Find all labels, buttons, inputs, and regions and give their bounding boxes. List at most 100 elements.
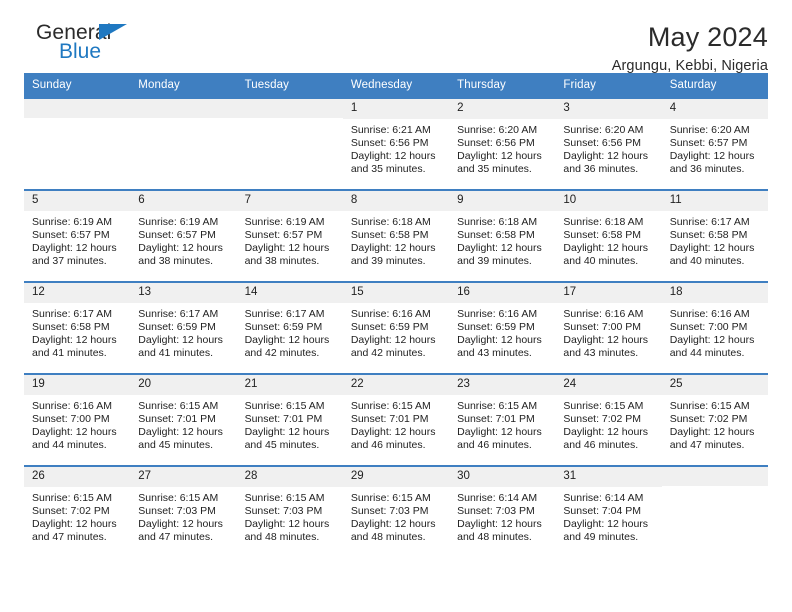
calendar-day-cell[interactable]: 27 Sunrise: 6:15 AM Sunset: 7:03 PM Dayligh… [130,465,237,557]
sunrise-text: Sunrise: 6:20 AM [563,123,644,136]
sunset-text: Sunset: 7:01 PM [244,412,323,425]
day-details: Sunrise: 6:19 AM Sunset: 6:57 PM Daylight:… [237,211,343,269]
sunset-text: Sunset: 6:56 PM [457,136,535,149]
day-number [661,467,768,486]
daylight-text-line2: and 43 minutes. [457,347,532,360]
daylight-text-line2: and 41 minutes. [32,347,107,360]
day-details: Sunrise: 6:17 AM Sunset: 6:59 PM Daylight:… [237,303,343,361]
daylight-text-line2: and 40 minutes. [563,255,639,268]
page-header: General Blue May 2024 Argungu, Kebbi, Ni… [24,0,768,75]
daylight-text-line1: Daylight: 12 hours [244,242,330,255]
calendar-day-cell[interactable]: 10 Sunrise: 6:18 AM Sunset: 6:58 PM Dayligh… [555,189,662,282]
weekday-header-monday: Monday [130,73,237,98]
day-number [130,99,237,118]
day-details: Sunrise: 6:15 AM Sunset: 7:01 PM Daylight:… [343,395,449,453]
day-number: 1 [342,99,450,119]
general-blue-logo[interactable]: General Blue [24,22,144,70]
calendar-day-cell[interactable]: 1 Sunrise: 6:21 AM Sunset: 6:56 PM Daylight… [342,97,450,190]
day-details: Sunrise: 6:17 AM Sunset: 6:58 PM Daylight:… [662,211,768,269]
calendar-day-cell[interactable]: 15 Sunrise: 6:16 AM Sunset: 6:59 PM Dayligh… [342,281,450,374]
sunset-text: Sunset: 7:00 PM [32,412,110,425]
daylight-text-line1: Daylight: 12 hours [350,334,436,347]
title-block: May 2024 Argungu, Kebbi, Nigeria [611,22,768,75]
weekday-header-thursday: Thursday [449,73,556,98]
calendar-day-cell[interactable]: 2 Sunrise: 6:20 AM Sunset: 6:56 PM Daylight… [449,97,556,190]
daylight-text-line1: Daylight: 12 hours [457,150,542,163]
calendar-day-cell[interactable]: 6 Sunrise: 6:19 AM Sunset: 6:57 PM Daylight… [130,189,237,282]
sunrise-text: Sunrise: 6:19 AM [244,215,325,228]
calendar-day-cell[interactable]: 28 Sunrise: 6:15 AM Sunset: 7:03 PM Dayligh… [236,465,343,557]
daylight-text-line1: Daylight: 12 hours [563,426,649,439]
day-number: 21 [236,375,343,395]
daylight-text-line2: and 39 minutes. [457,255,532,268]
sunset-text: Sunset: 7:03 PM [350,504,429,517]
daylight-text-line2: and 44 minutes. [669,347,745,360]
sunrise-text: Sunrise: 6:18 AM [457,215,538,228]
logo-text-blue: Blue [59,40,102,63]
calendar-day-cell[interactable]: 5 Sunrise: 6:19 AM Sunset: 6:57 PM Daylight… [24,189,131,282]
day-number: 23 [449,375,556,395]
calendar-day-cell[interactable]: 24 Sunrise: 6:15 AM Sunset: 7:02 PM Dayligh… [555,373,662,466]
calendar-day-cell[interactable]: 20 Sunrise: 6:15 AM Sunset: 7:01 PM Dayligh… [130,373,237,466]
day-details: Sunrise: 6:17 AM Sunset: 6:59 PM Daylight:… [130,303,236,361]
day-details: Sunrise: 6:20 AM Sunset: 6:56 PM Daylight:… [555,119,661,177]
day-number: 25 [661,375,768,395]
calendar-day-cell[interactable]: 23 Sunrise: 6:15 AM Sunset: 7:01 PM Dayligh… [449,373,556,466]
calendar-day-cell[interactable]: 13 Sunrise: 6:17 AM Sunset: 6:59 PM Dayligh… [130,281,237,374]
location-subtitle: Argungu, Kebbi, Nigeria [611,58,768,75]
page-title: May 2024 [647,22,768,52]
calendar-day-cell[interactable]: 31 Sunrise: 6:14 AM Sunset: 7:04 PM Dayligh… [555,465,662,557]
daylight-text-line2: and 38 minutes. [138,255,213,268]
day-number: 29 [342,467,450,487]
daylight-text-line2: and 47 minutes. [669,439,745,452]
calendar-day-cell[interactable]: 9 Sunrise: 6:18 AM Sunset: 6:58 PM Daylight… [449,189,556,282]
calendar-day-cell[interactable]: 11 Sunrise: 6:17 AM Sunset: 6:58 PM Dayligh… [661,189,768,282]
calendar-day-cell[interactable]: 19 Sunrise: 6:16 AM Sunset: 7:00 PM Dayligh… [24,373,131,466]
calendar-day-cell[interactable]: 14 Sunrise: 6:17 AM Sunset: 6:59 PM Dayligh… [236,281,343,374]
sunrise-text: Sunrise: 6:16 AM [457,307,538,320]
calendar-day-cell[interactable]: 12 Sunrise: 6:17 AM Sunset: 6:58 PM Dayligh… [24,281,131,374]
weekday-header-saturday: Saturday [661,73,768,98]
day-number: 9 [449,191,556,211]
sunrise-text: Sunrise: 6:15 AM [244,399,325,412]
calendar-day-cell-empty [130,97,237,190]
daylight-text-line1: Daylight: 12 hours [350,426,436,439]
daylight-text-line1: Daylight: 12 hours [669,150,755,163]
calendar-day-cell[interactable]: 8 Sunrise: 6:18 AM Sunset: 6:58 PM Daylight… [342,189,450,282]
day-number: 3 [555,99,662,119]
sunset-text: Sunset: 6:58 PM [563,228,642,241]
daylight-text-line1: Daylight: 12 hours [32,334,117,347]
daylight-text-line2: and 45 minutes. [138,439,213,452]
sunset-text: Sunset: 7:02 PM [669,412,748,425]
sunrise-text: Sunrise: 6:15 AM [457,399,538,412]
day-details: Sunrise: 6:15 AM Sunset: 7:02 PM Daylight:… [662,395,768,453]
day-details: Sunrise: 6:16 AM Sunset: 7:00 PM Daylight:… [24,395,130,453]
calendar-day-cell[interactable]: 3 Sunrise: 6:20 AM Sunset: 6:56 PM Daylight… [555,97,662,190]
sunrise-text: Sunrise: 6:15 AM [669,399,750,412]
day-number: 22 [342,375,450,395]
day-number: 13 [130,283,237,303]
sunset-text: Sunset: 6:57 PM [244,228,323,241]
calendar-day-cell[interactable]: 21 Sunrise: 6:15 AM Sunset: 7:01 PM Dayligh… [236,373,343,466]
day-details: Sunrise: 6:14 AM Sunset: 7:03 PM Daylight:… [449,487,555,545]
day-details: Sunrise: 6:19 AM Sunset: 6:57 PM Daylight:… [24,211,130,269]
calendar-day-cell[interactable]: 25 Sunrise: 6:15 AM Sunset: 7:02 PM Dayligh… [661,373,768,466]
sunrise-text: Sunrise: 6:15 AM [138,491,219,504]
sunrise-sunset-calendar: Sunday Monday Tuesday Wednesday Thursday… [24,73,768,557]
daylight-text-line1: Daylight: 12 hours [669,242,755,255]
calendar-day-cell[interactable]: 7 Sunrise: 6:19 AM Sunset: 6:57 PM Daylight… [236,189,343,282]
day-number [24,99,131,118]
sunrise-text: Sunrise: 6:20 AM [669,123,750,136]
calendar-day-cell[interactable]: 30 Sunrise: 6:14 AM Sunset: 7:03 PM Dayligh… [449,465,556,557]
calendar-day-cell[interactable]: 18 Sunrise: 6:16 AM Sunset: 7:00 PM Dayligh… [661,281,768,374]
calendar-day-cell[interactable]: 4 Sunrise: 6:20 AM Sunset: 6:57 PM Daylight… [661,97,768,190]
sunset-text: Sunset: 6:59 PM [457,320,535,333]
calendar-day-cell[interactable]: 16 Sunrise: 6:16 AM Sunset: 6:59 PM Dayligh… [449,281,556,374]
calendar-day-cell[interactable]: 22 Sunrise: 6:15 AM Sunset: 7:01 PM Dayligh… [342,373,450,466]
calendar-day-cell[interactable]: 26 Sunrise: 6:15 AM Sunset: 7:02 PM Dayligh… [24,465,131,557]
calendar-day-cell[interactable]: 17 Sunrise: 6:16 AM Sunset: 7:00 PM Dayligh… [555,281,662,374]
daylight-text-line2: and 49 minutes. [563,531,639,544]
calendar-day-cell[interactable]: 29 Sunrise: 6:15 AM Sunset: 7:03 PM Dayligh… [342,465,450,557]
day-number: 16 [449,283,556,303]
sunrise-text: Sunrise: 6:21 AM [350,123,431,136]
